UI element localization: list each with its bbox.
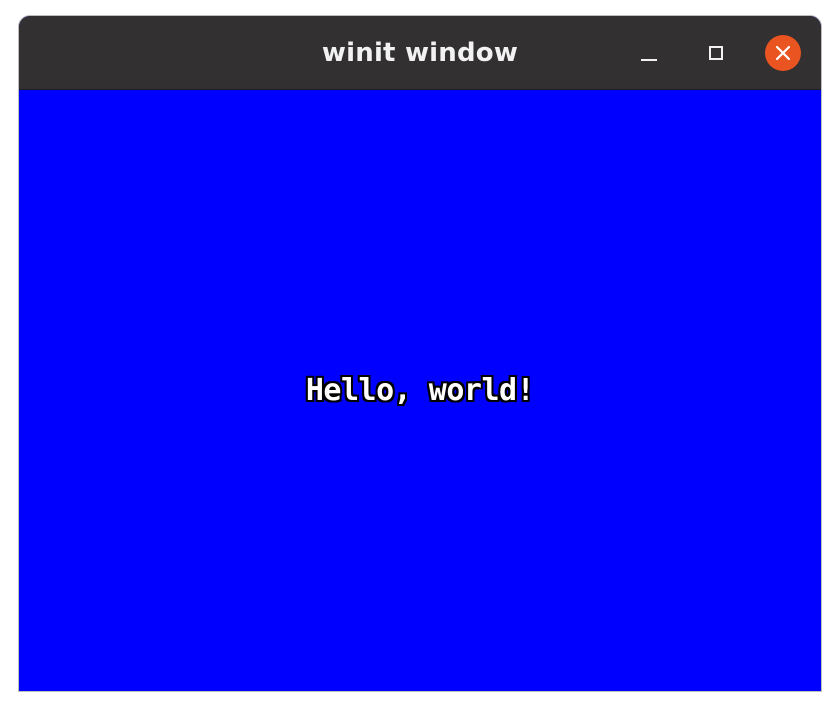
app-window: winit window Hello, world! <box>18 15 822 692</box>
close-button[interactable] <box>765 35 801 71</box>
hello-message: Hello, world! <box>305 373 535 408</box>
minimize-button[interactable] <box>631 35 667 71</box>
maximize-icon <box>709 46 723 60</box>
close-icon <box>775 45 791 61</box>
window-content: Hello, world! <box>19 90 821 691</box>
title-bar[interactable]: winit window <box>19 16 821 90</box>
minimize-icon <box>641 59 657 61</box>
maximize-button[interactable] <box>698 35 734 71</box>
